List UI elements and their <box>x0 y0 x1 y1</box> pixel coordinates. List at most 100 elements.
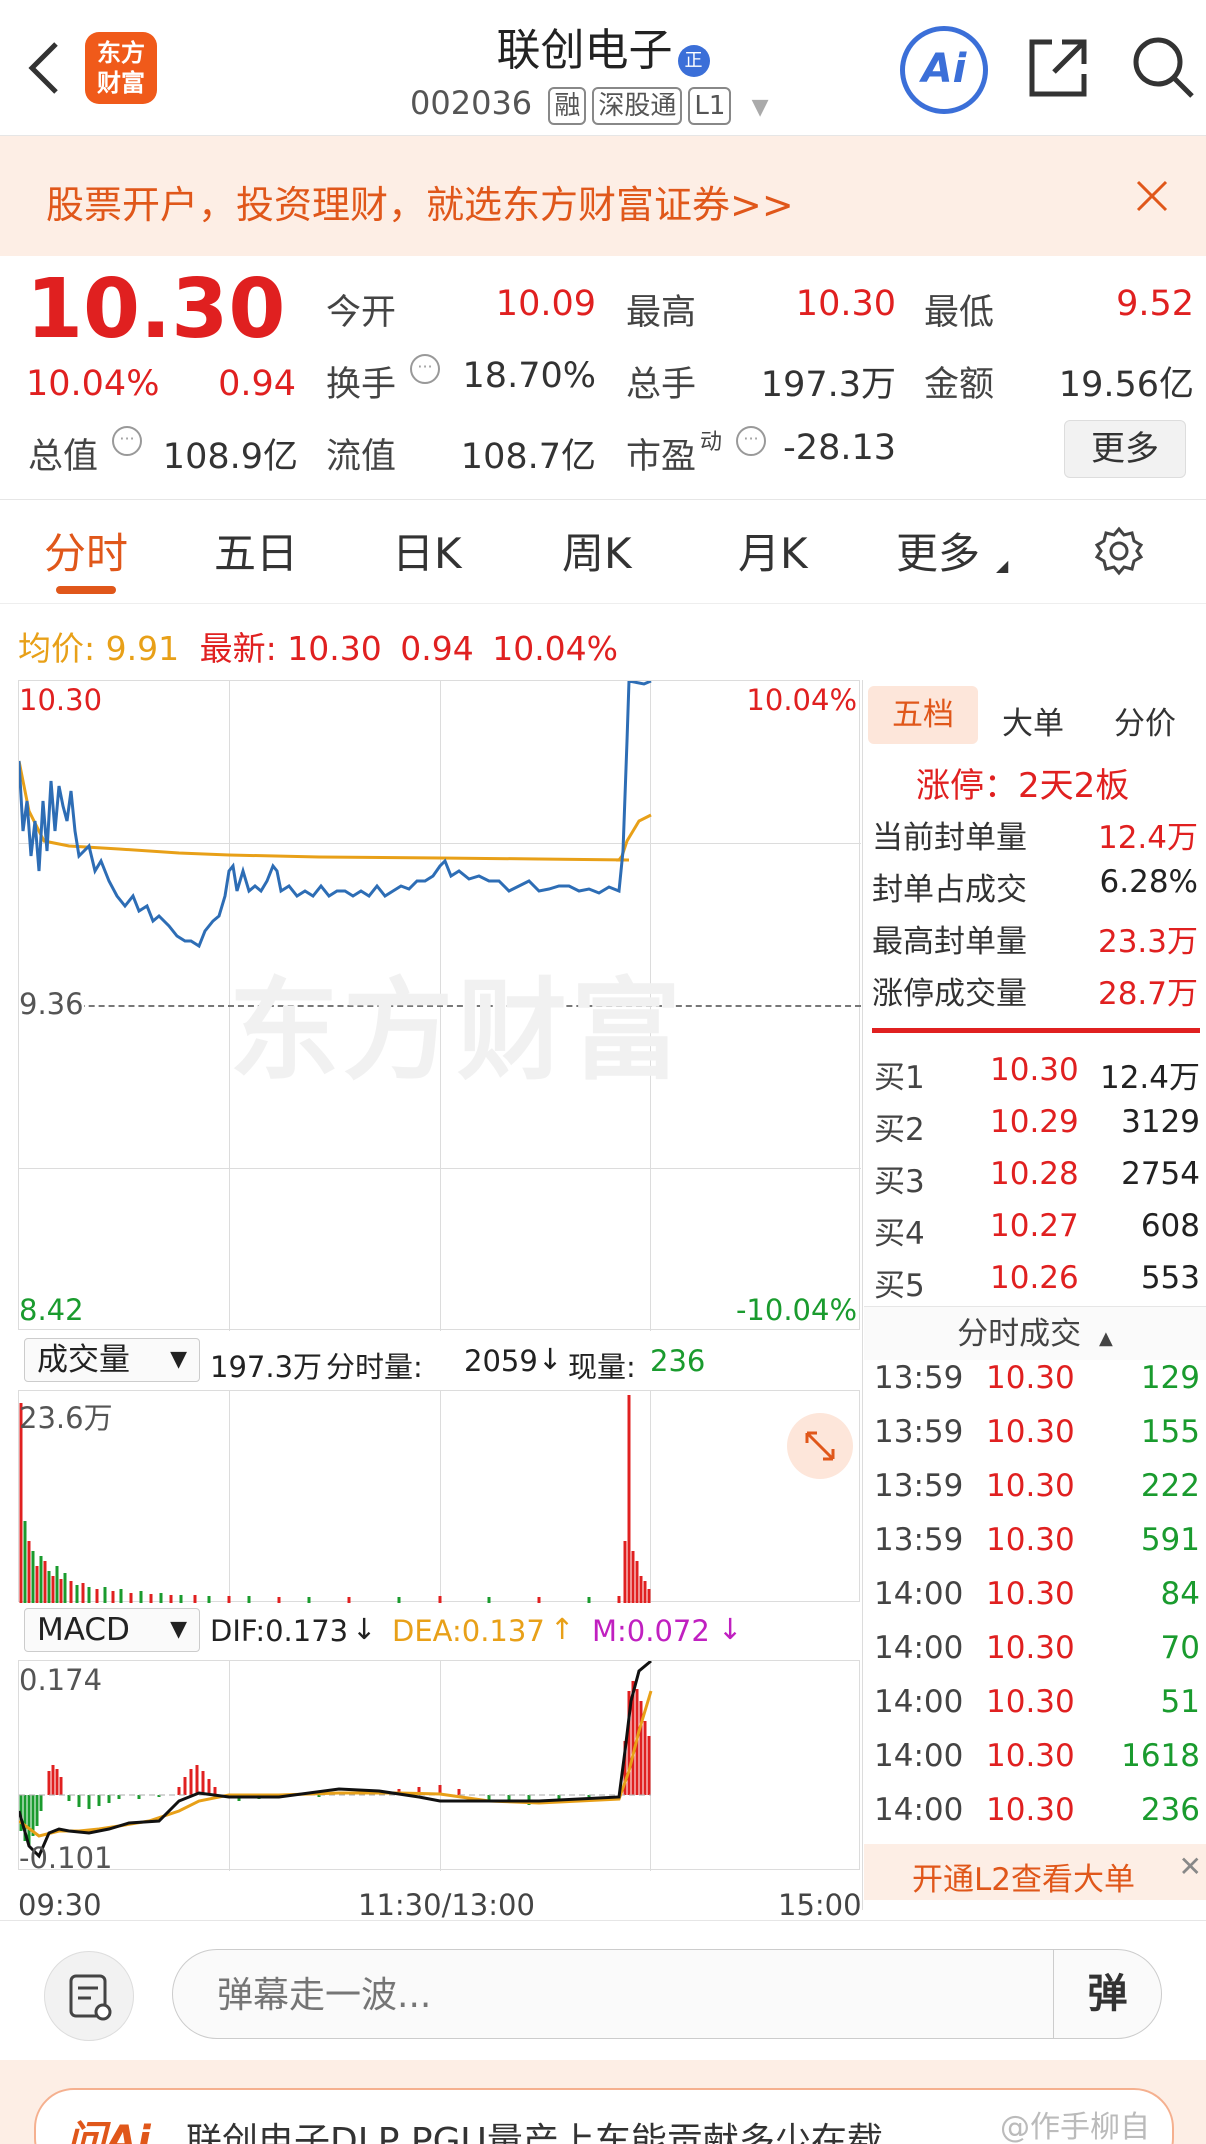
axis-top-pct: 10.04% <box>746 683 857 717</box>
trade-volume: 222 <box>1140 1468 1200 1504</box>
open-label: 今开 <box>326 293 397 333</box>
back-button[interactable] <box>24 36 74 106</box>
stock-title[interactable]: 联创电子 正 <box>380 14 826 78</box>
danmaku-input[interactable]: 弹 <box>172 1949 1162 2039</box>
expand-button[interactable] <box>787 1413 853 1479</box>
tab-more-caret-icon: ◢ <box>996 556 1009 575</box>
volume-total: 197.3万 <box>210 1350 323 1384</box>
gear-icon[interactable] <box>1094 526 1144 576</box>
close-icon[interactable]: ✕ <box>1179 1850 1202 1883</box>
trade-time: 14:00 <box>874 1576 964 1612</box>
promo-banner[interactable]: 股票开户，投资理财，就选东方财富证券>> <box>0 136 1206 256</box>
high-value: 10.30 <box>795 284 896 324</box>
low-label: 最低 <box>924 293 995 333</box>
tab-level5-label: 五档 <box>892 697 954 733</box>
axis-top-price: 10.30 <box>19 683 103 717</box>
trade-row: 14:00 10.30 51 <box>870 1684 1200 1734</box>
name-badge: 正 <box>677 44 710 77</box>
turnover-value: 18.70% <box>462 356 596 396</box>
arrow-down-icon: ↓ <box>352 1612 377 1646</box>
trade-volume: 129 <box>1140 1360 1200 1396</box>
caret-up-icon: ▲ <box>1099 1328 1113 1349</box>
volume-chart[interactable]: 23.6万 <box>18 1390 860 1603</box>
bid-label: 买2 <box>874 1112 925 1148</box>
trade-time: 14:00 <box>874 1792 964 1828</box>
trade-row: 13:59 10.30 222 <box>870 1468 1200 1518</box>
tab-monthly-k[interactable]: 月K <box>738 520 808 581</box>
trades-header[interactable]: 分时成交 ▲ <box>864 1306 1206 1360</box>
bid-row[interactable]: 买4 10.27 608 <box>870 1208 1200 1258</box>
tab-more[interactable]: 更多 <box>896 520 980 581</box>
time-axis-mid: 11:30/13:00 <box>358 1888 535 1922</box>
bid-row[interactable]: 买5 10.26 553 <box>870 1260 1200 1310</box>
bid-label: 买1 <box>874 1060 925 1096</box>
float-label: 流值 <box>326 437 397 477</box>
pe-label: 市盈 <box>626 437 697 477</box>
right-panel-divider <box>862 680 863 1910</box>
high-label: 最高 <box>626 293 697 333</box>
tab-daily-k[interactable]: 日K <box>392 520 462 581</box>
trade-time: 14:00 <box>874 1684 964 1720</box>
intraday-chart[interactable]: 东方财富 10.30 10.04% 9.36 8.42 -10.04% <box>18 680 861 1331</box>
share-icon <box>1029 39 1087 97</box>
trade-volume: 84 <box>1160 1576 1200 1612</box>
tab-price-dist[interactable]: 分价 <box>1114 698 1176 743</box>
bid-row[interactable]: 买1 10.30 12.4万 <box>870 1052 1200 1102</box>
indicator-selector[interactable]: 成交量 ▼ <box>24 1338 200 1382</box>
tab-intraday[interactable]: 分时 <box>44 520 128 581</box>
time-axis-start: 09:30 <box>18 1888 102 1922</box>
chevron-left-icon <box>28 42 58 94</box>
trade-row: 13:59 10.30 155 <box>870 1414 1200 1464</box>
cur-vol-label: 现量: <box>568 1350 636 1384</box>
turnover-label: 换手 <box>326 365 397 405</box>
amount-label: 金额 <box>924 365 995 405</box>
share-button[interactable] <box>1026 36 1090 100</box>
dea-line <box>19 1690 653 1838</box>
bid-price: 10.29 <box>990 1104 1079 1140</box>
order-tab-active[interactable]: 五档 <box>868 686 978 744</box>
tab-weekly-k[interactable]: 周K <box>562 520 632 581</box>
info-icon[interactable]: ··· <box>410 354 440 384</box>
comment-input[interactable] <box>217 1970 997 2020</box>
bid-row[interactable]: 买2 10.29 3129 <box>870 1104 1200 1154</box>
bid-price: 10.27 <box>990 1208 1079 1244</box>
search-button[interactable] <box>1130 34 1196 100</box>
macd-chart[interactable]: 0.174 -0.101 <box>18 1660 860 1875</box>
stat-value: 28.7万 <box>1097 976 1198 1012</box>
avg-label: 均价: <box>18 629 96 668</box>
bottom-feed-area: 问Ai 联创电子DLP PGU量产上车能贡献多少在载 @作手柳自 <box>0 2060 1206 2144</box>
mktcap-label: 总值 <box>28 437 99 477</box>
dropdown-icon[interactable]: ▼ <box>752 95 769 120</box>
bid-row[interactable]: 买3 10.28 2754 <box>870 1156 1200 1206</box>
trade-row: 14:00 10.30 236 <box>870 1792 1200 1842</box>
avg-value: 9.91 <box>105 629 180 668</box>
ai-label: Ai <box>921 46 967 92</box>
tab-indicator <box>56 586 116 594</box>
axis-mid-price: 9.36 <box>19 987 84 1021</box>
notes-button[interactable] <box>44 1951 134 2041</box>
trade-price: 10.30 <box>986 1468 1075 1504</box>
quote-panel: 10.30 10.04% 0.94 总值 ··· 108.9亿 今开 10.09… <box>0 256 1206 500</box>
trade-time: 14:00 <box>874 1630 964 1666</box>
app-logo: 东方财富 <box>85 32 157 104</box>
bid-volume: 608 <box>1140 1208 1200 1244</box>
macd-selector[interactable]: MACD ▼ <box>24 1608 200 1652</box>
tag-margin: 融 <box>548 87 587 125</box>
trade-volume: 70 <box>1160 1630 1200 1666</box>
info-icon[interactable]: ··· <box>112 426 142 456</box>
trade-row: 13:59 10.30 591 <box>870 1522 1200 1572</box>
volume-value: 197.3万 <box>760 365 896 405</box>
ai-button[interactable]: Ai <box>900 26 988 114</box>
arrow-down-icon: ↓ <box>538 1342 563 1376</box>
tab-big-order[interactable]: 大单 <box>1002 698 1064 743</box>
trade-price: 10.30 <box>986 1738 1075 1774</box>
l2-upsell-banner[interactable]: 开通L2查看大单 ✕ <box>864 1844 1206 1900</box>
danmaku-toggle[interactable]: 弹 <box>1053 1950 1161 2038</box>
close-icon[interactable] <box>1134 178 1170 214</box>
tab-5day[interactable]: 五日 <box>214 520 298 581</box>
more-button-label: 更多 <box>1091 429 1159 469</box>
stock-code: 002036 <box>410 84 533 122</box>
banner-text[interactable]: 股票开户，投资理财，就选东方财富证券>> <box>46 174 794 229</box>
more-button[interactable]: 更多 <box>1064 420 1186 478</box>
trade-row: 13:59 10.30 129 <box>870 1360 1200 1410</box>
